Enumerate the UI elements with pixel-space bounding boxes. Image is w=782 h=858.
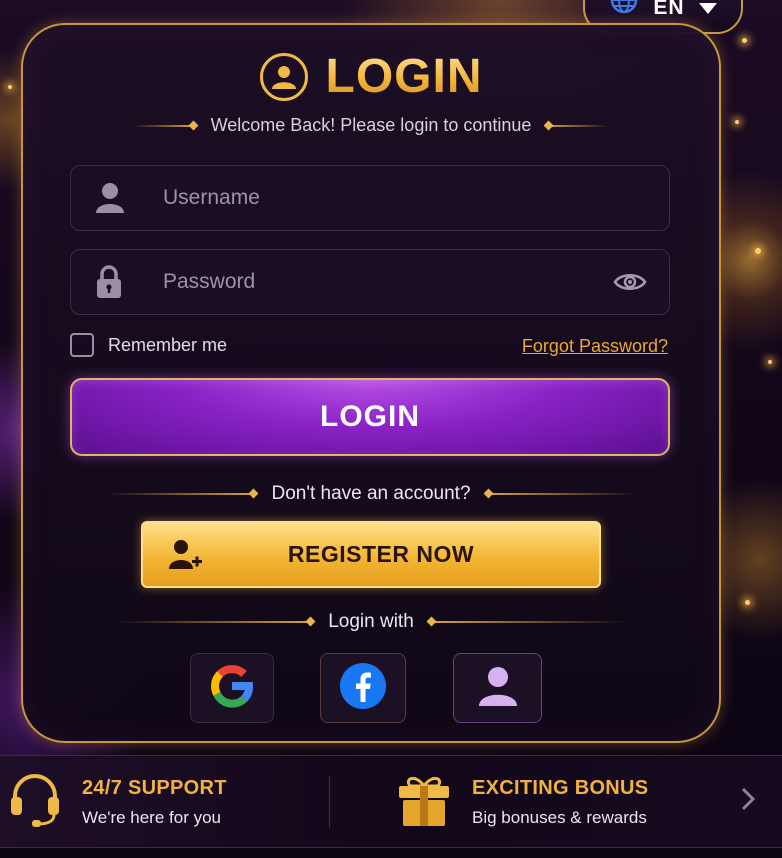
login-with-label: Login with: [328, 611, 414, 632]
username-input[interactable]: [161, 185, 669, 211]
title-row: LOGIN: [23, 49, 719, 104]
bonus-subtitle: Big bonuses & rewards: [472, 808, 647, 827]
welcome-subtitle: Welcome Back! Please login to continue: [210, 115, 532, 135]
background-sparkle: [742, 38, 747, 43]
google-login-button[interactable]: [190, 653, 274, 723]
globe-icon: [609, 0, 639, 20]
background-sparkle: [8, 85, 12, 89]
user-icon: [95, 182, 151, 214]
user-circle-icon: [259, 52, 308, 101]
add-user-icon: [169, 539, 203, 571]
lock-icon: [95, 265, 151, 299]
support-subtitle: We're here for you: [82, 808, 221, 827]
chevron-right-icon[interactable]: [740, 786, 756, 817]
language-code: EN: [653, 0, 685, 19]
login-button[interactable]: LOGIN: [70, 378, 670, 456]
register-now-label: REGISTER NOW: [287, 541, 475, 567]
decorative-line: [105, 493, 256, 495]
bonus-item[interactable]: EXCITING BONUS Big bonuses & rewards: [396, 772, 648, 833]
support-item[interactable]: 24/7 SUPPORT We're here for you: [8, 772, 227, 833]
forgot-password-link[interactable]: Forgot Password?: [522, 336, 668, 357]
headset-icon: [8, 772, 62, 833]
support-title: 24/7 SUPPORT: [82, 777, 227, 799]
page-title: LOGIN: [325, 50, 483, 103]
background-sparkle: [745, 600, 750, 605]
info-bar-divider: [329, 776, 330, 828]
decorative-line: [429, 621, 626, 623]
subtitle-row: Welcome Back! Please login to continue: [23, 115, 719, 136]
user-avatar-icon: [478, 665, 518, 712]
remember-me-label: Remember me: [108, 334, 228, 355]
background-sparkle: [768, 360, 772, 364]
gift-icon: [396, 772, 452, 833]
login-with-row: Login with: [23, 611, 719, 633]
no-account-row: Don't have an account?: [23, 483, 719, 505]
password-field[interactable]: [70, 249, 670, 315]
facebook-login-button[interactable]: [320, 653, 406, 723]
register-now-button[interactable]: REGISTER NOW: [141, 521, 601, 588]
decorative-line: [116, 621, 313, 623]
caret-down-icon: [698, 2, 717, 20]
info-bar: 24/7 SUPPORT We're here for you EXCITING…: [0, 755, 782, 848]
decorative-line: [132, 124, 195, 127]
remember-me[interactable]: Remember me: [70, 333, 227, 357]
remember-me-checkbox[interactable]: [70, 333, 94, 357]
google-icon: [209, 663, 255, 714]
decorative-line: [547, 124, 610, 127]
bonus-title: EXCITING BONUS: [472, 777, 649, 799]
guest-login-button[interactable]: [453, 653, 542, 723]
username-field[interactable]: [70, 165, 670, 231]
background-sparkle: [735, 120, 739, 124]
login-card: LOGIN Welcome Back! Please login to cont…: [21, 23, 721, 743]
facebook-icon: [339, 662, 387, 715]
decorative-line: [486, 493, 637, 495]
password-input[interactable]: [161, 269, 613, 295]
no-account-prompt: Don't have an account?: [271, 483, 471, 504]
show-password-eye-icon[interactable]: [613, 271, 647, 293]
background-sparkle: [755, 248, 761, 254]
